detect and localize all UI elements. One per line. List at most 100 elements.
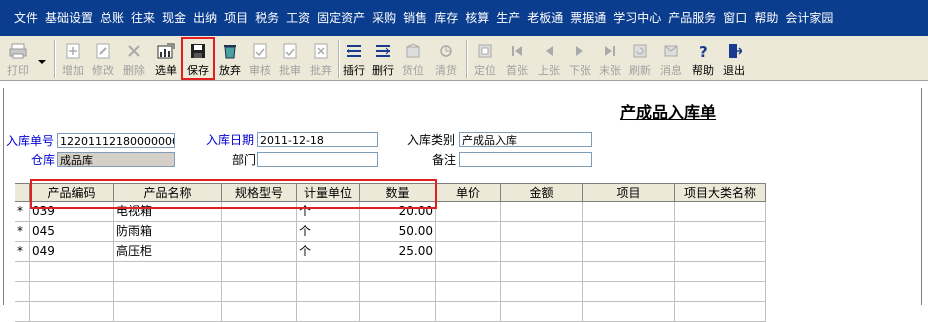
cell-project[interactable] — [583, 202, 675, 221]
table-row[interactable] — [15, 262, 766, 282]
note-field[interactable] — [459, 152, 592, 167]
menu-item[interactable]: 窗口 — [723, 0, 747, 36]
last-button[interactable]: 末张 — [595, 39, 625, 79]
cell-project[interactable] — [583, 262, 675, 281]
table-row[interactable] — [15, 302, 766, 322]
cell-qty[interactable] — [360, 262, 436, 281]
help-button[interactable]: ? 帮助 — [688, 39, 718, 79]
cell-price[interactable] — [436, 242, 501, 261]
prev-button[interactable]: 上张 — [533, 39, 565, 79]
cell-amount[interactable] — [501, 222, 583, 241]
cell-name[interactable]: 防雨箱 — [114, 222, 222, 241]
menu-item[interactable]: 产品服务 — [668, 0, 716, 36]
cell-spec[interactable] — [222, 242, 297, 261]
review-button[interactable]: 审核 — [245, 39, 275, 79]
table-row[interactable]: * 049 高压柜 个 25.00 — [15, 242, 766, 262]
menu-item[interactable]: 文件 — [14, 0, 38, 36]
cell-spec[interactable] — [222, 282, 297, 301]
cell-price[interactable] — [436, 262, 501, 281]
header-project[interactable]: 项目 — [583, 184, 675, 202]
cell-spec[interactable] — [222, 262, 297, 281]
cell-project[interactable] — [583, 282, 675, 301]
cell-unit[interactable]: 个 — [297, 222, 360, 241]
cell-unit[interactable] — [297, 282, 360, 301]
cell-amount[interactable] — [501, 282, 583, 301]
doc-no-field[interactable]: 12201112180000000001 — [57, 133, 175, 148]
locate-button[interactable]: 定位 — [469, 39, 501, 79]
exit-button[interactable]: 退出 — [719, 39, 749, 79]
discard-button[interactable]: 放弃 — [215, 39, 245, 79]
cell-category[interactable] — [675, 222, 766, 241]
delete-button[interactable]: 删除 — [118, 39, 150, 79]
add-button[interactable]: 增加 — [58, 39, 88, 79]
cell-price[interactable] — [436, 282, 501, 301]
cell-spec[interactable] — [222, 222, 297, 241]
cell-code[interactable] — [30, 262, 114, 281]
date-field[interactable]: 2011-12-18 — [257, 132, 378, 147]
type-field[interactable]: 产成品入库 — [459, 132, 592, 147]
print-button[interactable]: 打印 — [2, 39, 34, 79]
cell-project[interactable] — [583, 222, 675, 241]
cell-code[interactable]: 049 — [30, 242, 114, 261]
menu-item[interactable]: 往来 — [131, 0, 155, 36]
table-row[interactable]: * 045 防雨箱 个 50.00 — [15, 222, 766, 242]
cell-category[interactable] — [675, 242, 766, 261]
cell-name[interactable]: 高压柜 — [114, 242, 222, 261]
menu-item[interactable]: 核算 — [465, 0, 489, 36]
menu-item[interactable]: 税务 — [255, 0, 279, 36]
cell-amount[interactable] — [501, 262, 583, 281]
abandon-button[interactable]: 批弃 — [305, 39, 337, 79]
menu-item[interactable]: 总账 — [100, 0, 124, 36]
cell-unit[interactable]: 个 — [297, 242, 360, 261]
cell-price[interactable] — [436, 202, 501, 221]
cell-qty[interactable] — [360, 282, 436, 301]
menu-item[interactable]: 固定资产 — [317, 0, 365, 36]
cell-code[interactable]: 045 — [30, 222, 114, 241]
clear-goods-button[interactable]: 清货 — [430, 39, 462, 79]
header-project-category[interactable]: 项目大类名称 — [675, 184, 766, 202]
print-dropdown-button[interactable] — [34, 39, 50, 79]
menu-item[interactable]: 采购 — [372, 0, 396, 36]
cell-qty[interactable]: 50.00 — [360, 222, 436, 241]
cell-category[interactable] — [675, 282, 766, 301]
menu-item[interactable]: 老板通 — [527, 0, 563, 36]
select-button[interactable]: 选单 — [151, 39, 181, 79]
menu-item[interactable]: 生产 — [496, 0, 520, 36]
menu-item[interactable]: 库存 — [434, 0, 458, 36]
edit-button[interactable]: 修改 — [88, 39, 118, 79]
menu-item[interactable]: 帮助 — [754, 0, 778, 36]
menu-item[interactable]: 基础设置 — [45, 0, 93, 36]
header-unit-price[interactable]: 单价 — [436, 184, 501, 202]
menu-item[interactable]: 出纳 — [193, 0, 217, 36]
message-button[interactable]: 消息 — [655, 39, 687, 79]
dept-field[interactable] — [257, 152, 378, 167]
cell-category[interactable] — [675, 262, 766, 281]
refresh-button[interactable]: 刷新 — [625, 39, 655, 79]
cell-price[interactable] — [436, 222, 501, 241]
cell-amount[interactable] — [501, 202, 583, 221]
cell-unit[interactable] — [297, 262, 360, 281]
next-button[interactable]: 下张 — [565, 39, 595, 79]
cell-qty[interactable]: 25.00 — [360, 242, 436, 261]
table-row[interactable] — [15, 282, 766, 302]
cell-category[interactable] — [675, 202, 766, 221]
first-button[interactable]: 首张 — [501, 39, 533, 79]
menu-item[interactable]: 工资 — [286, 0, 310, 36]
menu-item[interactable]: 项目 — [224, 0, 248, 36]
menu-item[interactable]: 现金 — [162, 0, 186, 36]
menu-item[interactable]: 学习中心 — [613, 0, 661, 36]
locate-goods-button[interactable]: 货位 — [397, 39, 429, 79]
cell-name[interactable] — [114, 262, 222, 281]
cell-amount[interactable] — [501, 242, 583, 261]
menu-item[interactable]: 票据通 — [570, 0, 606, 36]
cell-code[interactable] — [30, 282, 114, 301]
approve-button[interactable]: 批审 — [275, 39, 305, 79]
header-amount[interactable]: 金额 — [501, 184, 583, 202]
menu-item[interactable]: 销售 — [403, 0, 427, 36]
warehouse-field[interactable]: 成品库 — [57, 152, 175, 167]
cell-name[interactable] — [114, 282, 222, 301]
insert-row-button[interactable]: 插行 — [340, 39, 368, 79]
menu-item[interactable]: 会计家园 — [785, 0, 833, 36]
cell-project[interactable] — [583, 242, 675, 261]
delete-row-button[interactable]: 删行 — [369, 39, 397, 79]
